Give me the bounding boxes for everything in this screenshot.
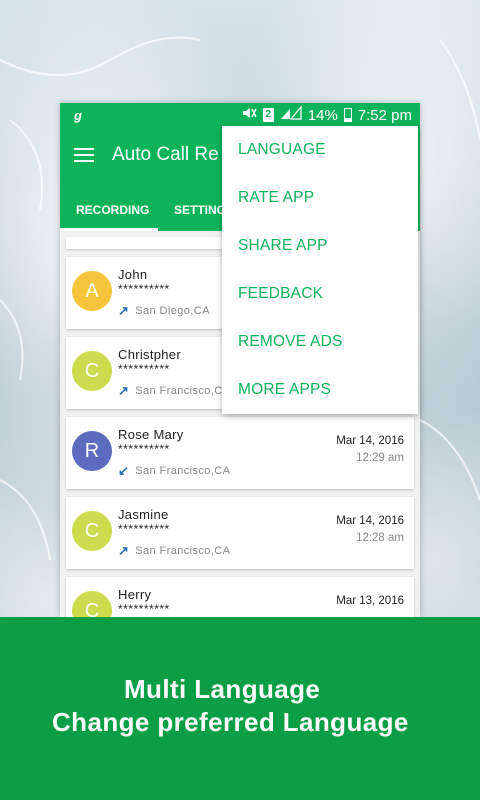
contact-number: ********** [118, 522, 170, 536]
battery-label: 14% [307, 106, 338, 124]
signal-icon [280, 105, 302, 124]
call-location: ↗ San Diego,CA [118, 303, 210, 319]
avatar: R [72, 431, 112, 471]
outgoing-call-icon: ↗ [118, 543, 130, 558]
menu-item-remove-ads[interactable]: REMOVE ADS [222, 318, 418, 366]
contact-name: Rose Mary [118, 427, 184, 442]
contact-number: ********** [118, 362, 170, 376]
location-label: San Francisco,CA [135, 385, 231, 397]
contact-name: Christpher [118, 347, 181, 362]
menu-icon[interactable] [74, 148, 94, 162]
call-time: 12:28 am [356, 532, 404, 544]
app-title: Auto Call Re [112, 144, 219, 165]
banner-headline: Multi Language [124, 674, 321, 704]
call-list-item[interactable]: R Rose Mary ********** ↙ San Francisco,CA Mar… [66, 417, 414, 489]
contact-number: ********** [118, 442, 170, 456]
call-date: Mar 13, 2016 [336, 595, 404, 607]
overflow-menu: LANGUAGE RATE APP SHARE APP FEEDBACK REM… [222, 126, 418, 414]
contact-name: Herry [118, 587, 152, 602]
call-date: Mar 14, 2016 [336, 515, 404, 527]
call-location: ↗ San Francisco,CA [118, 543, 230, 559]
banner-subheadline: Change preferred Language [52, 707, 409, 737]
outgoing-call-icon: ↗ [118, 383, 130, 398]
contact-number: ********** [118, 602, 170, 616]
menu-item-rate-app[interactable]: RATE APP [222, 174, 418, 222]
location-label: San Francisco,CA [135, 465, 231, 477]
location-label: San Diego,CA [135, 305, 210, 317]
avatar: C [72, 351, 112, 391]
menu-item-more-apps[interactable]: MORE APPS [222, 366, 418, 414]
notification-icon: g [74, 107, 82, 123]
clock: 7:52 pm [357, 106, 412, 124]
mute-icon [241, 106, 257, 124]
call-date: Mar 14, 2016 [336, 435, 404, 447]
sim-icon: 2 [262, 108, 274, 122]
call-time: 12:29 am [356, 452, 404, 464]
contact-name: Jasmine [118, 507, 169, 522]
call-list-item[interactable]: CHerry**********↗Mar 13, 2016 [66, 577, 414, 617]
outgoing-call-icon: ↗ [118, 303, 130, 318]
avatar: C [72, 511, 112, 551]
menu-item-share-app[interactable]: SHARE APP [222, 222, 418, 270]
avatar: A [72, 271, 112, 311]
call-location: ↙ San Francisco,CA [118, 463, 230, 479]
contact-number: ********** [118, 282, 170, 296]
status-bar: g 2 14% 7:52 pm [60, 103, 420, 127]
menu-item-feedback[interactable]: FEEDBACK [222, 270, 418, 318]
contact-name: John [118, 267, 148, 282]
menu-item-language[interactable]: LANGUAGE [222, 126, 418, 174]
battery-icon [343, 108, 352, 122]
location-label: San Francisco,CA [135, 545, 231, 557]
call-list-item[interactable]: C Jasmine ********** ↗ San Francisco,CA Mar 1… [66, 497, 414, 569]
incoming-call-icon: ↙ [118, 463, 130, 478]
call-location: ↗ San Francisco,CA [118, 383, 230, 399]
avatar: C [72, 591, 112, 617]
tab-recording[interactable]: RECORDING [60, 183, 158, 231]
